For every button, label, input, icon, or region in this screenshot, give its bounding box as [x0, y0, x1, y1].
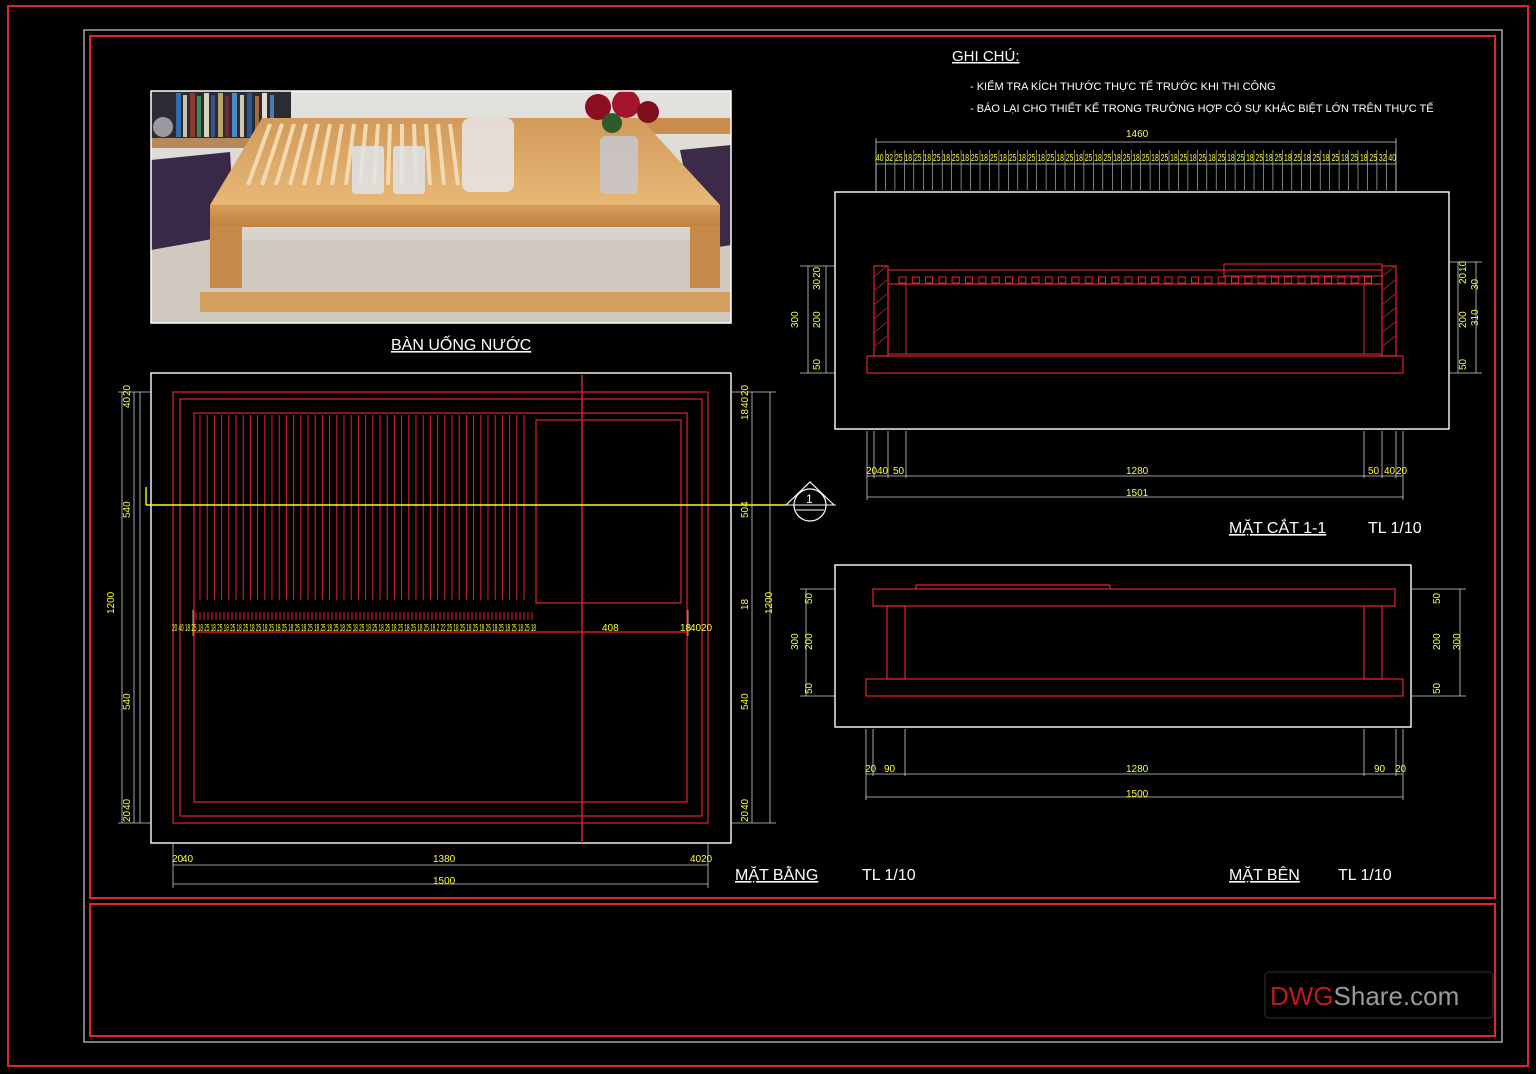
side-dim-left-1: 50: [804, 592, 815, 604]
side-dim-bottom-5: 20: [1395, 764, 1407, 775]
section-dim-bottom-7: 20: [1396, 466, 1408, 477]
plan-dim-right-top-1: 18: [740, 408, 751, 420]
section-dim-right-overall: 310: [1470, 309, 1481, 326]
notes-title: GHI CHÚ:: [952, 48, 1020, 65]
section-dim-left-2: 30: [812, 278, 823, 290]
section-dim-bottom-2: 40: [877, 466, 889, 477]
plan-dim-left-2: 540: [122, 693, 133, 710]
plan-dim-bottom-2: 40: [182, 854, 194, 865]
side-dim-bottom-2: 90: [884, 764, 896, 775]
plan-dim-right-1: 504: [740, 501, 751, 518]
plan-dim-right-2: 18: [740, 598, 751, 610]
side-dim-right-1: 50: [1432, 592, 1443, 604]
section-dim-bottom-4: 1280: [1126, 466, 1149, 477]
plan-dim-bottom-4: 40: [690, 854, 702, 865]
side-dim-left-overall: 300: [790, 633, 801, 650]
plan-title: MẶT BẰNG: [735, 865, 818, 884]
plan-dim-overall: 1500: [433, 876, 456, 887]
plan-dim-right-top-3: 20: [740, 384, 751, 396]
watermark-share: Share.com: [1334, 981, 1460, 1011]
side-dim-left-3: 50: [804, 682, 815, 694]
section-dim-left-3: 200: [812, 311, 823, 328]
plan-dim-bottom-5: 20: [701, 854, 713, 865]
section-dim-bottom-3: 50: [893, 466, 905, 477]
side-dim-overall: 1500: [1126, 789, 1149, 800]
section-dim-overall: 1501: [1126, 488, 1149, 499]
plan-dim-bottom-3: 1380: [433, 854, 456, 865]
section-dim-right-2: 20: [1458, 272, 1469, 284]
section-title: MẶT CẮT 1-1: [1229, 518, 1326, 537]
section-top-total: 1460: [1126, 129, 1149, 140]
section-dim-right-1: 10: [1458, 260, 1469, 272]
plan-dim-left-bot-2: 40: [122, 798, 133, 810]
section-dim-bottom-1: 20: [866, 466, 878, 477]
section-dim-right-5: 50: [1458, 358, 1469, 370]
plan-dim-right-top-2: 40: [740, 396, 751, 408]
section-dim-right-3: 30: [1470, 278, 1481, 290]
plan-dim-right-3: 540: [740, 693, 751, 710]
section-dim-right-4: 200: [1458, 311, 1469, 328]
section-dim-bottom-6: 40: [1384, 466, 1396, 477]
note-item-1: - KIỂM TRA KÍCH THƯỚC THỰC TẾ TRƯỚC KHI …: [970, 80, 1276, 93]
section-dim-left-4: 50: [812, 358, 823, 370]
side-title: MẶT BÊN: [1229, 865, 1300, 884]
plan-dim-left-1: 540: [122, 501, 133, 518]
watermark-dwg: DWG: [1270, 981, 1334, 1011]
side-dim-left-2: 200: [804, 633, 815, 650]
svg-text:DWGShare.com: DWGShare.com: [1270, 981, 1459, 1011]
side-dim-bottom-4: 90: [1374, 764, 1386, 775]
plan-dim-right-overall: 1200: [764, 591, 775, 614]
side-scale: TL 1/10: [1338, 867, 1392, 884]
cad-drawing-sheet: GHI CHÚ: - KIỂM TRA KÍCH THƯỚC THỰC TẾ T…: [0, 0, 1536, 1074]
plan-dim-left-overall: 1200: [106, 591, 117, 614]
side-dim-right-3: 50: [1432, 682, 1443, 694]
section-marker-label: 1: [806, 492, 813, 506]
plan-slat-end-3: 20: [701, 623, 713, 634]
plan-dim-left-top-2: 20: [122, 384, 133, 396]
plan-slat-dim-right: 408: [602, 623, 619, 634]
plan-slat-end-2: 40: [690, 623, 702, 634]
note-item-2: - BÁO LẠI CHO THIẾT KẾ TRONG TRƯỜNG HỢP …: [970, 102, 1434, 115]
section-dim-left-overall: 300: [790, 311, 801, 328]
section-top-row: 40 32 25 18 25 18 25 18 25 18 25 18 25 1…: [876, 153, 1396, 164]
plan-dim-right-bot-1: 20: [740, 810, 751, 822]
side-dim-right-overall: 300: [1452, 633, 1463, 650]
plan-dim-left-top-1: 40: [122, 396, 133, 408]
plan-dim-left-bot-1: 20: [122, 810, 133, 822]
section-dim-bottom-5: 50: [1368, 466, 1380, 477]
table-photo: BÀN UỐNG NƯỚC: [150, 90, 732, 354]
side-dim-bottom-1: 20: [865, 764, 877, 775]
plan-scale: TL 1/10: [862, 867, 916, 884]
side-dim-right-2: 200: [1432, 633, 1443, 650]
plan-slat-dim-row: 20 40 18 25 18 25 18 25 18 25 18 25 18 2…: [172, 623, 536, 634]
section-dim-left-1: 20: [812, 266, 823, 278]
side-dim-bottom-3: 1280: [1126, 764, 1149, 775]
photo-caption: BÀN UỐNG NƯỚC: [391, 334, 531, 354]
section-scale: TL 1/10: [1368, 520, 1422, 537]
plan-dim-right-bot-2: 40: [740, 798, 751, 810]
